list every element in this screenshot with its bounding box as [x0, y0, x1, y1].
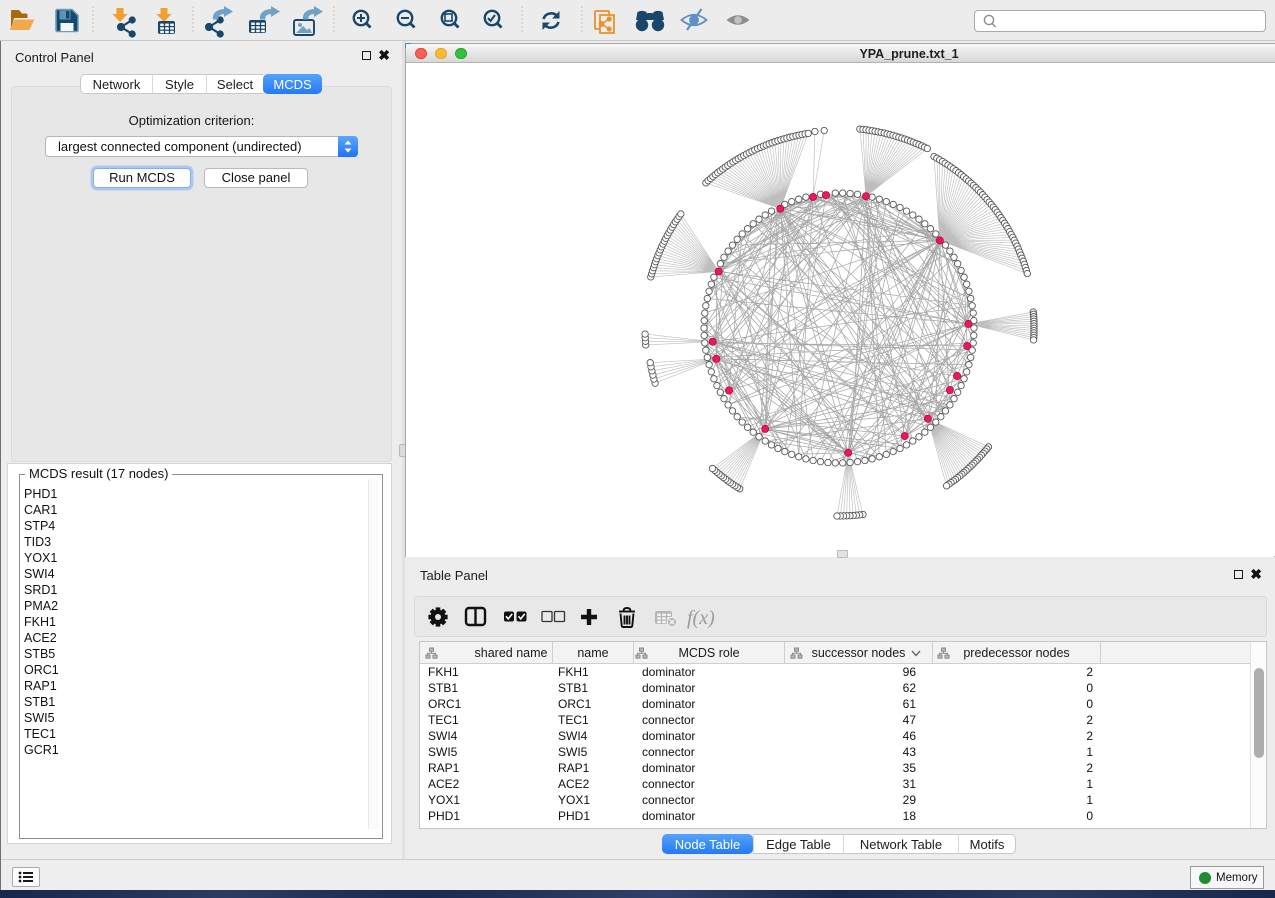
- svg-text:f(x): f(x): [687, 607, 715, 629]
